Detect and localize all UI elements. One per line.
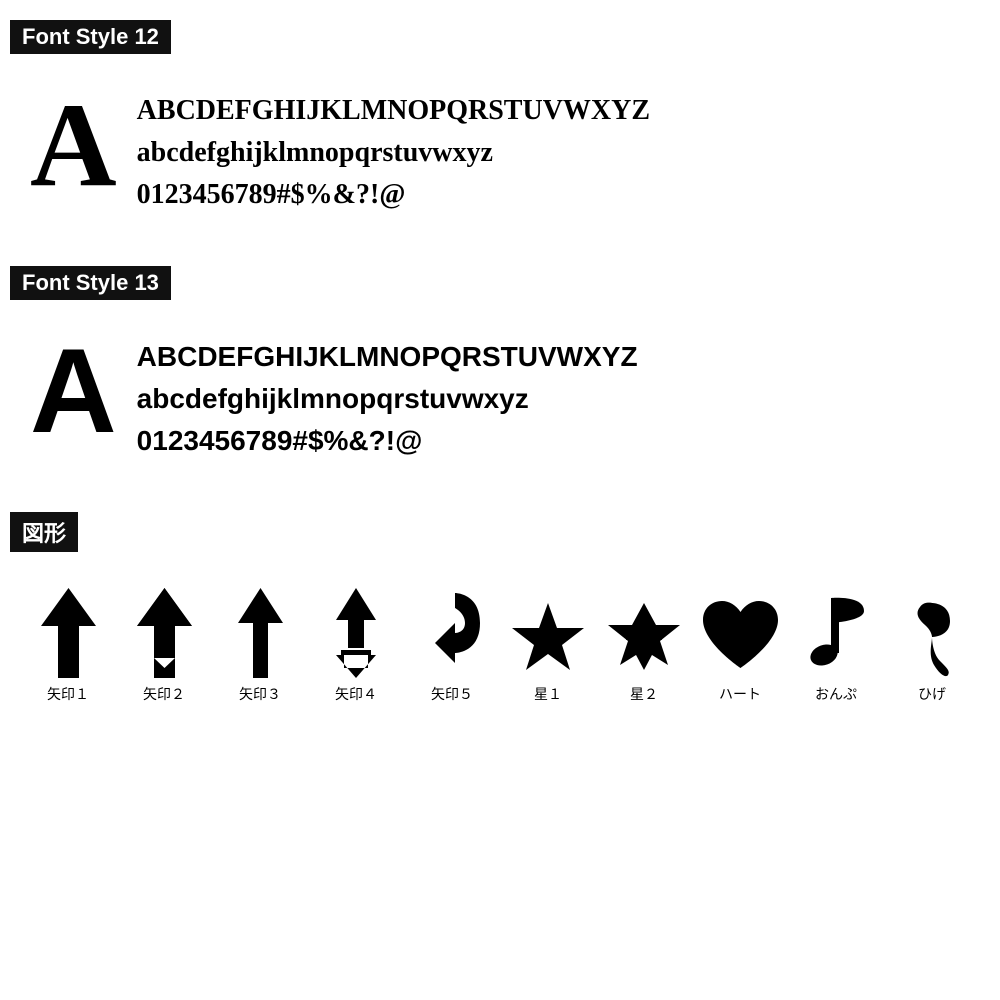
arrow5-icon — [425, 588, 480, 678]
font-13-numbers: 0123456789#$%&?!@ — [137, 420, 638, 462]
heart-label: ハート — [719, 684, 761, 704]
font-12-chars: ABCDEFGHIJKLMNOPQRSTUVWXYZ abcdefghijklm… — [137, 80, 650, 216]
star1-label: 星１ — [534, 684, 562, 704]
zukei-label: 図形 — [10, 512, 78, 552]
arrow4-label: 矢印４ — [335, 684, 377, 704]
font-style-12-label: Font Style 12 — [10, 20, 171, 54]
arrow4-icon — [336, 588, 376, 678]
font-13-uppercase: ABCDEFGHIJKLMNOPQRSTUVWXYZ — [137, 336, 638, 378]
mustache-icon — [910, 593, 955, 678]
shape-music: おんぷ — [791, 593, 881, 704]
font-13-demo: A ABCDEFGHIJKLMNOPQRSTUVWXYZ abcdefghijk… — [10, 316, 990, 482]
font-12-demo: A ABCDEFGHIJKLMNOPQRSTUVWXYZ abcdefghijk… — [10, 70, 990, 236]
mustache-label: ひげ — [918, 684, 946, 704]
arrow2-label: 矢印２ — [143, 684, 185, 704]
font-12-lowercase: abcdefghijklmnopqrstuvwxyz — [137, 132, 650, 174]
shape-arrow4: 矢印４ — [311, 588, 401, 704]
font-style-12-section: Font Style 12 A ABCDEFGHIJKLMNOPQRSTUVWX… — [10, 20, 990, 236]
font-12-uppercase: ABCDEFGHIJKLMNOPQRSTUVWXYZ — [137, 90, 650, 132]
star2-label: 星２ — [630, 684, 658, 704]
font-12-numbers: 0123456789#$%&?!@ — [137, 174, 650, 216]
page: Font Style 12 A ABCDEFGHIJKLMNOPQRSTUVWX… — [0, 0, 1000, 724]
font-style-13-section: Font Style 13 A ABCDEFGHIJKLMNOPQRSTUVWX… — [10, 266, 990, 482]
shape-star1: 星１ — [503, 598, 593, 704]
shape-star2: 星２ — [599, 598, 689, 704]
arrow5-label: 矢印５ — [431, 684, 473, 704]
arrow3-label: 矢印３ — [239, 684, 281, 704]
zukei-section: 図形 矢印１ — [10, 512, 990, 704]
music-label: おんぷ — [815, 684, 857, 704]
font-13-big-letter: A — [30, 331, 117, 451]
star1-icon — [508, 598, 588, 678]
font-13-chars: ABCDEFGHIJKLMNOPQRSTUVWXYZ abcdefghijklm… — [137, 326, 638, 462]
font-12-big-letter: A — [30, 85, 117, 205]
font-13-lowercase: abcdefghijklmnopqrstuvwxyz — [137, 378, 638, 420]
shape-heart: ハート — [695, 598, 785, 704]
star2-icon — [604, 598, 684, 678]
arrow1-icon — [41, 588, 96, 678]
arrow1-label: 矢印１ — [47, 684, 89, 704]
shape-arrow5: 矢印５ — [407, 588, 497, 704]
shape-arrow3: 矢印３ — [215, 588, 305, 704]
heart-icon — [698, 598, 783, 678]
shape-arrow2: 矢印２ — [119, 588, 209, 704]
music-icon — [809, 593, 864, 678]
font-style-13-label: Font Style 13 — [10, 266, 171, 300]
arrow3-icon — [238, 588, 283, 678]
shapes-row: 矢印１ 矢印２ — [10, 568, 990, 704]
shape-mustache: ひげ — [887, 593, 977, 704]
arrow2-icon — [137, 588, 192, 678]
shape-arrow1: 矢印１ — [23, 588, 113, 704]
